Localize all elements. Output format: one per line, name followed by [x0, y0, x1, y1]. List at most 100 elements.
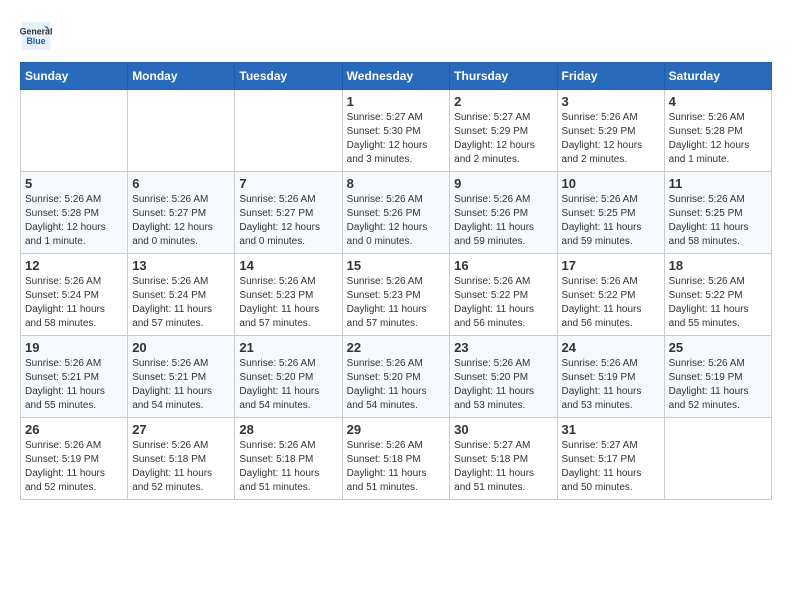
- calendar-cell: 7 Sunrise: 5:26 AMSunset: 5:27 PMDaylight…: [235, 172, 342, 254]
- cell-sunrise: Sunrise: 5:26 AMSunset: 5:28 PMDaylight:…: [669, 112, 750, 165]
- calendar-cell: 3Sunrise: 5:26 AMSunset: 5:29 PMDaylight…: [557, 90, 664, 172]
- cell-sunrise: Sunrise: 5:26 AMSunset: 5:24 PMDaylight:…: [132, 276, 212, 329]
- weekday-header-row: SundayMondayTuesdayWednesdayThursdayFrid…: [21, 63, 772, 90]
- cell-sunrise: Sunrise: 5:26 AMSunset: 5:22 PMDaylight:…: [669, 276, 749, 329]
- calendar-cell: 30Sunrise: 5:27 AMSunset: 5:18 PMDayligh…: [450, 418, 557, 500]
- cell-sunrise: Sunrise: 5:26 AMSunset: 5:22 PMDaylight:…: [562, 276, 642, 329]
- calendar-cell: 23Sunrise: 5:26 AMSunset: 5:20 PMDayligh…: [450, 336, 557, 418]
- day-number: 6: [132, 176, 230, 191]
- day-number: 31: [562, 422, 660, 437]
- day-number: 18: [669, 258, 767, 273]
- day-number: 1: [347, 94, 446, 109]
- calendar-cell: 26 Sunrise: 5:26 AMSunset: 5:19 PMDayligh…: [21, 418, 128, 500]
- calendar-week-row: 12 Sunrise: 5:26 AMSunset: 5:24 PMDayligh…: [21, 254, 772, 336]
- weekday-header: Tuesday: [235, 63, 342, 90]
- cell-sunrise: Sunrise: 5:26 AMSunset: 5:19 PMDaylight:…: [25, 440, 105, 493]
- cell-sunrise: Sunrise: 5:26 AMSunset: 5:19 PMDaylight:…: [562, 358, 642, 411]
- day-number: 21: [239, 340, 337, 355]
- weekday-header: Sunday: [21, 63, 128, 90]
- cell-sunrise: Sunrise: 5:27 AMSunset: 5:29 PMDaylight:…: [454, 112, 535, 165]
- day-number: 20: [132, 340, 230, 355]
- day-number: 19: [25, 340, 123, 355]
- calendar-cell: 21 Sunrise: 5:26 AMSunset: 5:20 PMDayligh…: [235, 336, 342, 418]
- day-number: 17: [562, 258, 660, 273]
- cell-sunrise: Sunrise: 5:27 AMSunset: 5:30 PMDaylight:…: [347, 112, 428, 165]
- logo-icon: General Blue: [20, 20, 52, 52]
- calendar-cell: 11 Sunrise: 5:26 AMSunset: 5:25 PMDayligh…: [664, 172, 771, 254]
- cell-sunrise: Sunrise: 5:26 AMSunset: 5:23 PMDaylight:…: [347, 276, 427, 329]
- calendar-cell: 24 Sunrise: 5:26 AMSunset: 5:19 PMDayligh…: [557, 336, 664, 418]
- calendar-cell: 14 Sunrise: 5:26 AMSunset: 5:23 PMDayligh…: [235, 254, 342, 336]
- day-number: 11: [669, 176, 767, 191]
- calendar-cell: 8 Sunrise: 5:26 AMSunset: 5:26 PMDaylight…: [342, 172, 450, 254]
- cell-sunrise: Sunrise: 5:26 AMSunset: 5:19 PMDaylight:…: [669, 358, 749, 411]
- calendar-cell: [21, 90, 128, 172]
- day-number: 22: [347, 340, 446, 355]
- calendar-cell: 6 Sunrise: 5:26 AMSunset: 5:27 PMDaylight…: [128, 172, 235, 254]
- cell-sunrise: Sunrise: 5:26 AMSunset: 5:18 PMDaylight:…: [239, 440, 319, 493]
- cell-sunrise: Sunrise: 5:26 AMSunset: 5:21 PMDaylight:…: [25, 358, 105, 411]
- calendar-cell: 2 Sunrise: 5:27 AMSunset: 5:29 PMDaylight…: [450, 90, 557, 172]
- cell-sunrise: Sunrise: 5:27 AMSunset: 5:18 PMDaylight:…: [454, 440, 534, 493]
- cell-sunrise: Sunrise: 5:26 AMSunset: 5:24 PMDaylight:…: [25, 276, 105, 329]
- calendar-cell: 10 Sunrise: 5:26 AMSunset: 5:25 PMDayligh…: [557, 172, 664, 254]
- calendar-cell: 9Sunrise: 5:26 AMSunset: 5:26 PMDaylight…: [450, 172, 557, 254]
- day-number: 10: [562, 176, 660, 191]
- day-number: 14: [239, 258, 337, 273]
- calendar-cell: [235, 90, 342, 172]
- day-number: 9: [454, 176, 552, 191]
- weekday-header: Saturday: [664, 63, 771, 90]
- day-number: 29: [347, 422, 446, 437]
- cell-sunrise: Sunrise: 5:26 AMSunset: 5:18 PMDaylight:…: [347, 440, 427, 493]
- calendar-cell: 28 Sunrise: 5:26 AMSunset: 5:18 PMDayligh…: [235, 418, 342, 500]
- cell-sunrise: Sunrise: 5:26 AMSunset: 5:20 PMDaylight:…: [454, 358, 534, 411]
- day-number: 25: [669, 340, 767, 355]
- cell-sunrise: Sunrise: 5:26 AMSunset: 5:29 PMDaylight:…: [562, 112, 643, 165]
- calendar-cell: 20Sunrise: 5:26 AMSunset: 5:21 PMDayligh…: [128, 336, 235, 418]
- day-number: 26: [25, 422, 123, 437]
- calendar-week-row: 26 Sunrise: 5:26 AMSunset: 5:19 PMDayligh…: [21, 418, 772, 500]
- day-number: 16: [454, 258, 552, 273]
- cell-sunrise: Sunrise: 5:26 AMSunset: 5:20 PMDaylight:…: [347, 358, 427, 411]
- day-number: 2: [454, 94, 552, 109]
- day-number: 28: [239, 422, 337, 437]
- calendar-cell: 22 Sunrise: 5:26 AMSunset: 5:20 PMDayligh…: [342, 336, 450, 418]
- day-number: 13: [132, 258, 230, 273]
- cell-sunrise: Sunrise: 5:26 AMSunset: 5:26 PMDaylight:…: [347, 194, 428, 247]
- day-number: 12: [25, 258, 123, 273]
- day-number: 8: [347, 176, 446, 191]
- calendar-cell: 29 Sunrise: 5:26 AMSunset: 5:18 PMDayligh…: [342, 418, 450, 500]
- weekday-header: Friday: [557, 63, 664, 90]
- calendar-cell: 5 Sunrise: 5:26 AMSunset: 5:28 PMDaylight…: [21, 172, 128, 254]
- day-number: 5: [25, 176, 123, 191]
- calendar-cell: [664, 418, 771, 500]
- cell-sunrise: Sunrise: 5:26 AMSunset: 5:27 PMDaylight:…: [239, 194, 320, 247]
- day-number: 24: [562, 340, 660, 355]
- weekday-header: Monday: [128, 63, 235, 90]
- calendar-cell: 17 Sunrise: 5:26 AMSunset: 5:22 PMDayligh…: [557, 254, 664, 336]
- cell-sunrise: Sunrise: 5:26 AMSunset: 5:18 PMDaylight:…: [132, 440, 212, 493]
- cell-sunrise: Sunrise: 5:26 AMSunset: 5:22 PMDaylight:…: [454, 276, 534, 329]
- day-number: 15: [347, 258, 446, 273]
- page-header: General Blue: [20, 20, 772, 52]
- cell-sunrise: Sunrise: 5:26 AMSunset: 5:23 PMDaylight:…: [239, 276, 319, 329]
- cell-sunrise: Sunrise: 5:26 AMSunset: 5:25 PMDaylight:…: [669, 194, 749, 247]
- calendar-table: SundayMondayTuesdayWednesdayThursdayFrid…: [20, 62, 772, 500]
- calendar-week-row: 1 Sunrise: 5:27 AMSunset: 5:30 PMDaylight…: [21, 90, 772, 172]
- calendar-week-row: 5 Sunrise: 5:26 AMSunset: 5:28 PMDaylight…: [21, 172, 772, 254]
- cell-sunrise: Sunrise: 5:27 AMSunset: 5:17 PMDaylight:…: [562, 440, 642, 493]
- day-number: 7: [239, 176, 337, 191]
- cell-sunrise: Sunrise: 5:26 AMSunset: 5:25 PMDaylight:…: [562, 194, 642, 247]
- calendar-cell: 25 Sunrise: 5:26 AMSunset: 5:19 PMDayligh…: [664, 336, 771, 418]
- day-number: 27: [132, 422, 230, 437]
- svg-text:Blue: Blue: [26, 36, 45, 46]
- day-number: 4: [669, 94, 767, 109]
- calendar-cell: 4 Sunrise: 5:26 AMSunset: 5:28 PMDaylight…: [664, 90, 771, 172]
- calendar-cell: 1 Sunrise: 5:27 AMSunset: 5:30 PMDaylight…: [342, 90, 450, 172]
- calendar-cell: 12 Sunrise: 5:26 AMSunset: 5:24 PMDayligh…: [21, 254, 128, 336]
- cell-sunrise: Sunrise: 5:26 AMSunset: 5:20 PMDaylight:…: [239, 358, 319, 411]
- cell-sunrise: Sunrise: 5:26 AMSunset: 5:27 PMDaylight:…: [132, 194, 213, 247]
- cell-sunrise: Sunrise: 5:26 AMSunset: 5:28 PMDaylight:…: [25, 194, 106, 247]
- calendar-cell: 31 Sunrise: 5:27 AMSunset: 5:17 PMDayligh…: [557, 418, 664, 500]
- logo: General Blue: [20, 20, 52, 52]
